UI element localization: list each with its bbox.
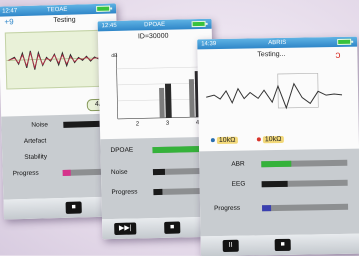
stop-button[interactable]: ■ (65, 201, 82, 214)
progress-bar-fill (153, 188, 163, 196)
abr-waveform (205, 72, 343, 110)
artefact-label: Artefact (23, 137, 47, 146)
x-tick-label: 2 (136, 121, 140, 127)
eeg-label: EEG (231, 180, 246, 188)
noise-label: Noise (110, 168, 128, 177)
abr-label: ABR (231, 160, 245, 168)
noise-label: Noise (31, 121, 49, 129)
progress-bar (262, 203, 349, 212)
waveform-display (4, 29, 113, 90)
noise-bar-3 (159, 87, 165, 118)
impedance-right: 10kΩ (256, 135, 284, 144)
x-tick-label: 3 (166, 121, 170, 127)
abr-bar (261, 159, 348, 168)
progress-label: Progress (12, 169, 39, 178)
eeg-bar-fill (261, 180, 288, 188)
eeg-bar (261, 179, 348, 188)
progress-label: Progress (214, 204, 241, 213)
dp-bar-3 (164, 83, 172, 118)
product-collage: 12:47 TEOAE +9 Testing 4/8 Noise Artefac… (0, 0, 359, 256)
status-bar: 12:45 DPOAE (97, 18, 212, 32)
left-electrode-icon (210, 138, 215, 143)
battery-icon (96, 5, 111, 12)
noise-bar-fill (152, 168, 165, 176)
pause-button[interactable]: II (222, 239, 239, 252)
ear-icon: ↄ (335, 49, 341, 62)
control-bar: II ■ (200, 233, 359, 256)
patient-id: ID=30000 (137, 32, 169, 41)
abris-device-screen: 14:39 ABRIS Testing... ↄ 10kΩ 10kΩ ABR E… (197, 36, 359, 256)
stability-label: Stability (24, 153, 48, 162)
battery-icon (191, 20, 206, 28)
progress-label: Progress (111, 188, 138, 197)
abr-bar-fill (261, 160, 292, 168)
dp-gram-svg: dB 2 3 4 (111, 53, 208, 127)
noise-bar-4 (188, 79, 195, 118)
noise-bar-fill (63, 120, 100, 128)
progress-bar-fill (62, 169, 71, 176)
screen-title: ABRIS (268, 39, 287, 47)
status-text: Testing... (257, 50, 286, 59)
y-axis-label: dB (111, 53, 118, 59)
teoae-waveform (6, 50, 111, 70)
measurement-panel: ABR EEG Progress (199, 148, 359, 237)
battery-icon (337, 38, 352, 45)
frequency-readout: +9 (4, 17, 14, 27)
dpoae-bar-fill (152, 145, 202, 154)
impedance-left: 10kΩ (210, 136, 238, 145)
progress-bar-fill (262, 205, 271, 212)
dp-gram-chart: dB 2 3 4 (102, 43, 210, 129)
status-bar: 14:39 ABRIS (197, 36, 358, 50)
stop-button[interactable]: ■ (164, 221, 181, 234)
dpoae-label: DPOAE (110, 146, 134, 155)
abr-waveform-display (205, 67, 343, 125)
skip-button[interactable]: ▶▶| (114, 222, 137, 235)
stop-button[interactable]: ■ (274, 238, 291, 252)
status-text: Testing (53, 16, 76, 25)
right-electrode-icon (256, 137, 261, 142)
